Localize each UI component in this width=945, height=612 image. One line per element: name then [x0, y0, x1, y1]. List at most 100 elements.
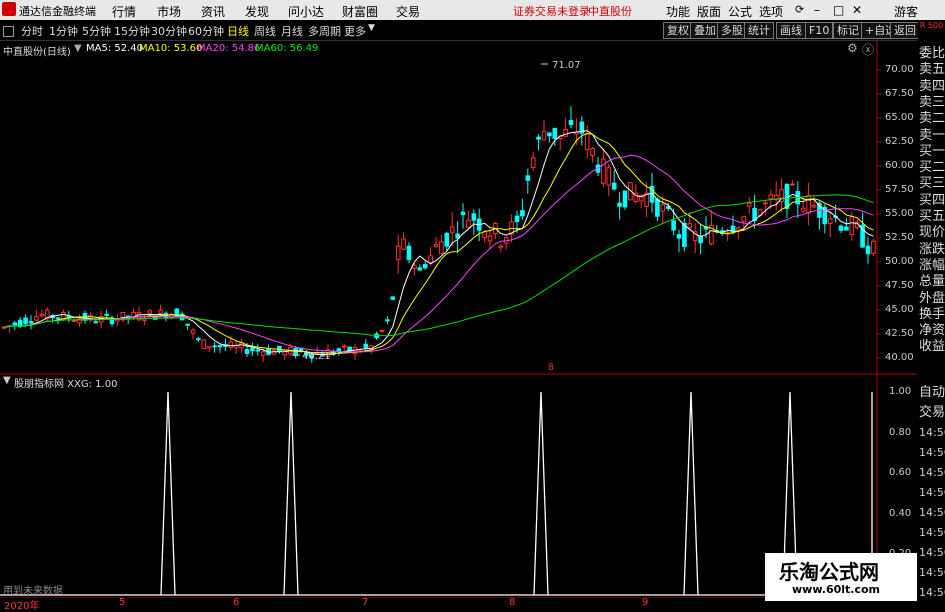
candle-body	[255, 349, 261, 352]
btn-f10[interactable]: F10	[805, 22, 834, 39]
kline-chart[interactable]: 71.07 40.21 8	[0, 40, 917, 609]
low-label: 40.21	[302, 351, 331, 362]
candle-body	[482, 231, 487, 239]
tf-30min[interactable]: 30分钟	[151, 23, 187, 39]
btn-biaoji[interactable]: 标记	[833, 22, 863, 39]
refresh-icon[interactable]: ⟳	[795, 3, 804, 16]
y-tick-label: 42.50	[885, 328, 914, 339]
menu-shichang[interactable]: 市场	[157, 3, 181, 20]
menu-xuanxiang[interactable]: 选项	[759, 3, 783, 20]
btn-tongji[interactable]: 统计	[744, 22, 774, 39]
event-marker[interactable]: 8	[548, 363, 554, 373]
indicator-title-icon[interactable]: ▼	[3, 375, 11, 386]
candle-body	[584, 133, 590, 151]
menu-caifuquan[interactable]: 财富圈	[342, 3, 378, 20]
tf-5min[interactable]: 5分钟	[82, 23, 111, 39]
candle-body	[552, 127, 558, 139]
ma10-line	[3, 132, 874, 354]
candle-body	[190, 329, 196, 334]
candle-body	[395, 245, 401, 261]
menu-gongneng[interactable]: 功能	[666, 3, 690, 20]
tf-fenshi[interactable]: 分时	[21, 23, 43, 39]
candle-body	[865, 245, 871, 255]
candle-body	[23, 317, 28, 325]
tf-weekly[interactable]: 周线	[254, 23, 276, 39]
btn-duogu[interactable]: 多股	[717, 22, 747, 39]
close-icon[interactable]: ✕	[852, 3, 862, 17]
candle-body	[838, 225, 844, 231]
login-warning[interactable]: 证券交易未登录	[513, 3, 590, 19]
menu-hangqing[interactable]: 行情	[112, 3, 136, 20]
side-item: 买一	[919, 143, 945, 159]
btn-fuquan[interactable]: 复权	[663, 22, 693, 39]
x-label-sep: 9	[642, 597, 649, 608]
btn-diejia[interactable]: 叠加	[690, 22, 720, 39]
side-item-lower: 交易	[919, 405, 945, 420]
candle-body	[768, 194, 774, 200]
menu-zixun[interactable]: 资讯	[201, 3, 225, 20]
candle-body	[34, 316, 39, 321]
maximize-icon[interactable]: □	[833, 3, 844, 17]
candle-body	[827, 218, 833, 224]
btn-fanhui[interactable]: 返回	[890, 22, 920, 39]
y-tick-label: 70.00	[885, 64, 914, 75]
candle-body	[228, 341, 234, 348]
side-item: 净资	[919, 323, 945, 339]
high-label: 71.07	[552, 60, 581, 71]
guest-label[interactable]: 游客	[894, 3, 918, 20]
watermark-title: 乐淘公式网	[779, 560, 879, 584]
candle-body	[217, 345, 223, 348]
candle-body	[611, 182, 617, 190]
candle-body	[71, 320, 77, 323]
btn-huaxian[interactable]: 画线	[776, 22, 806, 39]
candle-body	[444, 232, 450, 247]
y-tick-label: 57.50	[885, 184, 914, 195]
xxg-signal-spike	[683, 391, 699, 596]
side-item: 涨幅	[919, 257, 945, 273]
candle-body	[460, 211, 466, 216]
side-item: 换手	[919, 306, 945, 322]
candle-body	[201, 339, 207, 350]
candle-body	[806, 194, 811, 214]
tf-60min[interactable]: 60分钟	[188, 23, 224, 39]
side-item: 卖二	[919, 111, 945, 127]
menu-faxian[interactable]: 发现	[245, 3, 269, 20]
minimize-icon[interactable]: –	[814, 3, 820, 17]
tf-monthly[interactable]: 月线	[281, 23, 303, 39]
side-item: 外盘	[919, 290, 945, 306]
menu-wenxiaoda[interactable]: 问小达	[288, 3, 324, 20]
side-item: 卖四	[919, 78, 945, 94]
side-item-lower: 14:56	[919, 486, 945, 499]
candle-body	[277, 345, 282, 352]
tf-15min[interactable]: 15分钟	[114, 23, 150, 39]
y-tick-label: 52.50	[885, 232, 914, 243]
menu-gongshi[interactable]: 公式	[728, 3, 752, 20]
grid-icon[interactable]	[3, 26, 14, 37]
tf-more[interactable]: 更多	[344, 23, 366, 39]
candle-body	[433, 244, 439, 247]
candle-body	[736, 227, 741, 231]
side-item-lower: 14:56	[919, 586, 945, 599]
candle-body	[530, 157, 536, 168]
candle-body	[196, 338, 201, 341]
tf-multi[interactable]: 多周期	[308, 23, 341, 39]
more-chevron-icon[interactable]: ▼	[368, 23, 375, 33]
side-item: 涨跌	[919, 241, 945, 257]
corner-label: R 500	[918, 21, 945, 40]
candle-body	[341, 345, 347, 348]
candle-body	[417, 267, 423, 271]
candle-body	[525, 175, 531, 181]
candle-body	[763, 202, 768, 205]
side-item: 买三	[919, 176, 945, 192]
menu-jiaoyi[interactable]: 交易	[396, 3, 420, 20]
candle-body	[142, 318, 147, 321]
tf-daily[interactable]: 日线	[227, 23, 249, 39]
candle-body	[93, 321, 99, 324]
candle-body	[206, 346, 212, 349]
candle-body	[471, 213, 477, 221]
candle-body	[622, 190, 628, 208]
side-item-lower: 14:56	[919, 566, 945, 579]
side-item: 现价	[919, 225, 945, 241]
tf-1min[interactable]: 1分钟	[49, 23, 78, 39]
menu-banmian[interactable]: 版面	[697, 3, 721, 20]
